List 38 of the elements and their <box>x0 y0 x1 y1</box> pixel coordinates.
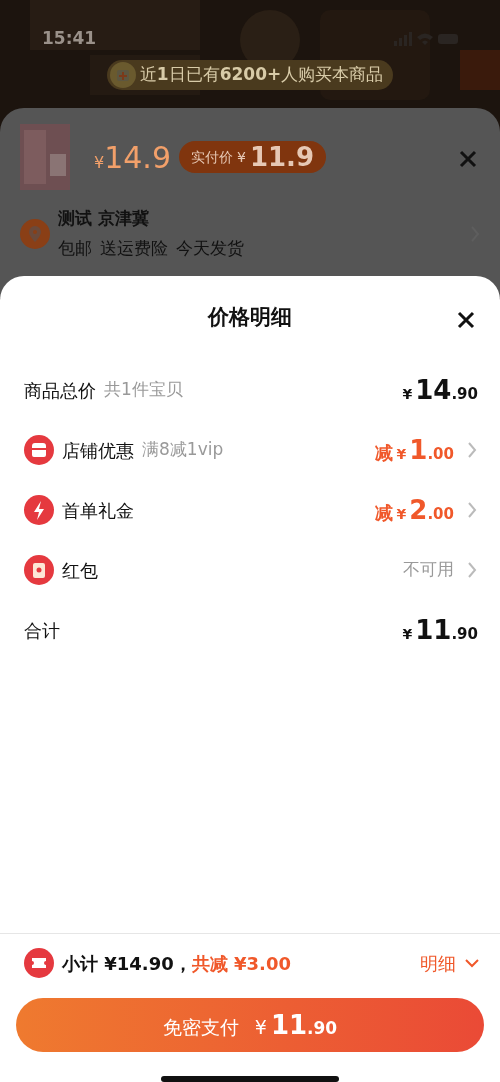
row-label: 店铺优惠 <box>62 438 134 463</box>
sheet-title: 价格明细 <box>208 304 292 332</box>
paid-price-badge: 实付价 ¥11.9 <box>179 141 327 173</box>
detail-toggle[interactable]: 明细 <box>420 949 480 977</box>
subtotal-text: 小计 ¥14.90， <box>62 951 192 976</box>
row-label: 首单礼金 <box>62 498 134 523</box>
pay-button[interactable]: 免密支付 ¥11.90 <box>16 998 484 1052</box>
ticket-icon <box>24 948 54 978</box>
chevron-icon <box>466 441 478 459</box>
banner-text: 近1日已有6200+人购买本商品 <box>139 63 384 87</box>
lightning-icon <box>24 495 54 525</box>
service-tag: 送运费险 <box>100 235 168 261</box>
status-text: 不可用 <box>403 558 454 582</box>
product-thumbnail <box>20 124 70 190</box>
row-label: 合计 <box>24 618 60 643</box>
address-row[interactable]: 测试 京津冀 包邮 送运费险 今天发货 <box>20 206 480 261</box>
product-price: 14.9 <box>104 138 171 177</box>
status-time: 15:41 <box>42 27 97 51</box>
service-tag: 包邮 <box>58 235 92 261</box>
address-name: 测试 京津冀 <box>58 207 150 230</box>
row-label: 红包 <box>62 558 98 583</box>
envelope-icon <box>24 555 54 585</box>
caret-icon <box>464 958 480 968</box>
discount-total: 共减 ¥3.00 <box>191 951 291 976</box>
row-note: 共1件宝贝 <box>104 378 183 402</box>
store-icon <box>24 435 54 465</box>
chevron-icon <box>466 561 478 579</box>
chevron-icon <box>466 501 478 519</box>
price-currency: ¥ <box>94 152 105 174</box>
amount: ¥14.90 <box>402 373 478 407</box>
amount: ¥11.90 <box>402 613 478 647</box>
row-note: 满8减1vip <box>142 438 224 462</box>
amount: 减 ¥2.00 <box>374 493 454 527</box>
location-icon <box>20 218 50 249</box>
row-label: 商品总价 <box>24 378 96 403</box>
amount: 减 ¥1.00 <box>374 433 454 467</box>
medkit-icon <box>109 62 136 88</box>
service-tag: 今天发货 <box>176 235 244 261</box>
